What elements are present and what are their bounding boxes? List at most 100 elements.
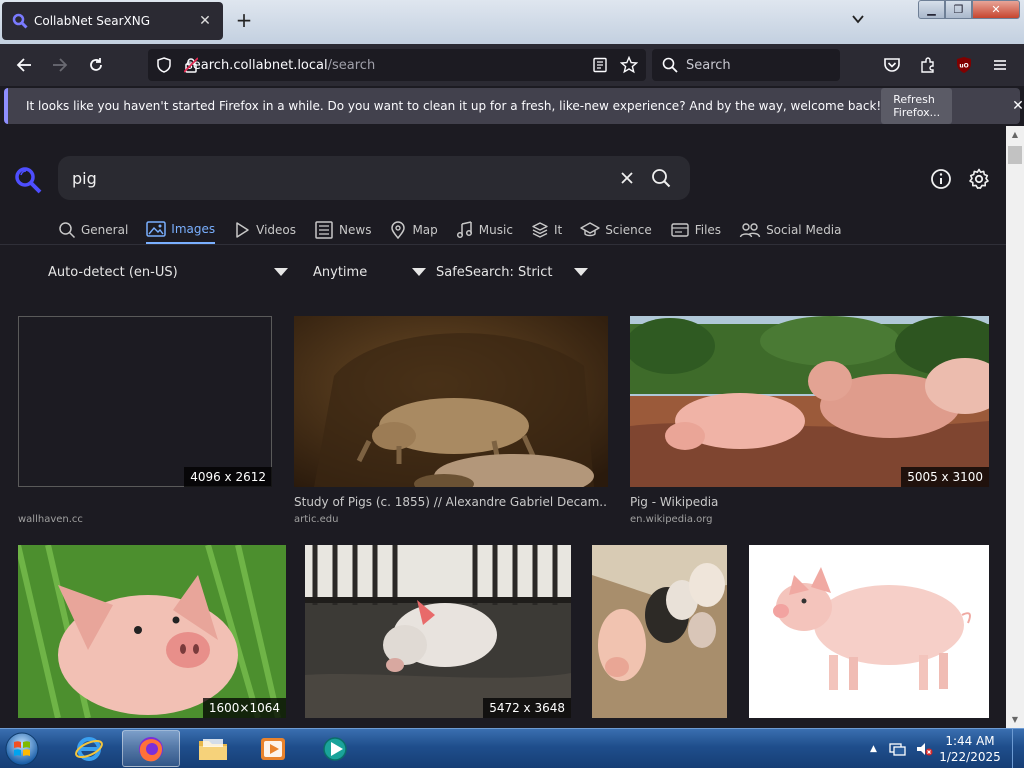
scroll-up-arrow-icon[interactable]: ▲ <box>1006 126 1024 143</box>
chevron-down-icon <box>274 268 288 276</box>
tab-it[interactable]: It <box>531 216 562 244</box>
tab-general[interactable]: General <box>58 216 128 244</box>
reload-button[interactable] <box>83 53 109 77</box>
extensions-button[interactable] <box>915 53 941 77</box>
image-result[interactable] <box>749 545 989 728</box>
result-source[interactable]: en.wikipedia.org <box>630 514 713 525</box>
reload-icon <box>90 58 102 71</box>
chevron-down-icon <box>574 268 588 276</box>
tab-science[interactable]: Science <box>580 216 652 244</box>
image-result[interactable]: 4096 x 2612 wallhaven.cc <box>18 316 272 526</box>
window-titlebar: CollabNet SearXNG ✕ + ▁ ❐ ✕ <box>0 0 1024 44</box>
scroll-down-arrow-icon[interactable]: ▼ <box>1006 711 1024 728</box>
result-title[interactable]: Study of Pigs (c. 1855) // Alexandre Gab… <box>294 495 608 509</box>
tab-news[interactable]: News <box>314 216 371 244</box>
network-icon[interactable] <box>889 741 907 757</box>
search-icon <box>662 57 678 73</box>
taskbar-firefox[interactable] <box>122 730 180 767</box>
time-range-select[interactable]: Anytime <box>313 262 426 282</box>
result-title[interactable]: Pig - Wikipedia <box>630 495 989 509</box>
image-result[interactable]: 5472 x 3648 <box>305 545 571 728</box>
ublock-origin-button[interactable]: uO <box>951 53 977 77</box>
refresh-firefox-button[interactable]: Refresh Firefox... <box>881 88 953 124</box>
tab-label: Social Media <box>766 223 842 237</box>
show-desktop-button[interactable] <box>1012 729 1024 768</box>
image-result[interactable]: Study of Pigs (c. 1855) // Alexandre Gab… <box>294 316 608 526</box>
volume-muted-icon[interactable] <box>915 741 933 757</box>
image-thumbnail[interactable] <box>294 316 608 487</box>
url-bar[interactable]: search.collabnet.local/search <box>148 49 646 81</box>
tab-social-media[interactable]: Social Media <box>739 216 842 244</box>
taskbar-internet-explorer[interactable] <box>60 730 118 767</box>
tab-images[interactable]: Images <box>146 216 216 244</box>
image-result[interactable]: 1600×1064 <box>18 545 286 728</box>
chevron-down-icon <box>412 268 426 276</box>
tab-label: General <box>81 223 129 237</box>
time-range-value: Anytime <box>313 264 368 280</box>
notification-close-icon[interactable]: ✕ <box>1012 98 1024 114</box>
tab-files[interactable]: Files <box>670 216 721 244</box>
submit-search-button[interactable] <box>646 163 676 193</box>
tab-close-icon[interactable]: ✕ <box>197 13 213 29</box>
pocket-icon <box>884 58 900 72</box>
forward-button[interactable] <box>47 53 73 77</box>
taskbar-media-player[interactable] <box>244 730 302 767</box>
image-thumbnail[interactable] <box>305 545 571 718</box>
piglet-in-grass-image <box>18 545 286 718</box>
searxng-logo-icon[interactable] <box>14 166 42 194</box>
bookmark-star-icon[interactable] <box>620 56 638 74</box>
tab-videos[interactable]: Videos <box>233 216 296 244</box>
notification-text: It looks like you haven't started Firefo… <box>26 99 882 113</box>
puzzle-icon <box>921 57 934 73</box>
close-window-button[interactable]: ✕ <box>972 0 1020 19</box>
svg-text:uO: uO <box>959 63 968 70</box>
insecure-lock-icon[interactable] <box>184 57 198 73</box>
tab-music[interactable]: Music <box>456 216 513 244</box>
taskbar-file-explorer[interactable] <box>184 730 242 767</box>
preferences-button[interactable] <box>966 166 992 192</box>
map-pin-icon <box>391 221 406 239</box>
browser-tab[interactable]: CollabNet SearXNG ✕ <box>2 2 223 40</box>
new-tab-button[interactable]: + <box>233 10 255 32</box>
image-thumbnail[interactable] <box>18 545 286 718</box>
pink-pig-white-background-image <box>749 545 989 718</box>
start-button[interactable] <box>4 731 44 767</box>
image-thumbnail[interactable] <box>18 316 272 487</box>
image-thumbnail[interactable] <box>592 545 727 718</box>
about-button[interactable] <box>928 166 954 192</box>
shield-icon[interactable] <box>156 57 172 73</box>
list-all-tabs-icon[interactable] <box>848 12 868 32</box>
result-source[interactable]: artic.edu <box>294 514 338 525</box>
page-scrollbar[interactable]: ▲ ▼ <box>1006 126 1024 728</box>
tab-map[interactable]: Map <box>389 216 438 244</box>
minimize-button[interactable]: ▁ <box>918 0 945 19</box>
taskbar-remote-app[interactable] <box>306 730 364 767</box>
show-hidden-icons-icon[interactable]: ▲ <box>870 744 877 754</box>
image-thumbnail[interactable] <box>630 316 989 487</box>
folder-icon <box>199 738 227 760</box>
image-result[interactable]: 5005 x 3100 Pig - Wikipedia en.wikipedia… <box>630 316 989 526</box>
result-source[interactable]: wallhaven.cc <box>18 514 83 525</box>
image-result[interactable] <box>592 545 727 728</box>
clear-search-button[interactable] <box>612 163 642 193</box>
image-thumbnail[interactable] <box>749 545 989 718</box>
search-input[interactable]: pig <box>72 169 608 188</box>
maximize-button[interactable]: ❐ <box>945 0 972 19</box>
play-icon <box>236 222 249 238</box>
back-button[interactable] <box>11 53 37 77</box>
layers-icon <box>532 222 548 238</box>
info-circle-icon <box>931 169 951 189</box>
gear-icon <box>969 168 989 189</box>
app-menu-button[interactable] <box>987 53 1013 77</box>
taskbar-clock[interactable]: 1:44 AM 1/22/2025 <box>935 733 1005 765</box>
scrollbar-thumb[interactable] <box>1008 146 1022 164</box>
safesearch-select[interactable]: SafeSearch: Strict <box>436 262 588 282</box>
search-icon <box>59 222 76 239</box>
language-select[interactable]: Auto-detect (en-US) <box>48 262 288 282</box>
window-controls: ▁ ❐ ✕ <box>918 0 1020 19</box>
browser-search-bar[interactable]: Search <box>652 49 840 81</box>
pocket-button[interactable] <box>879 53 905 77</box>
hamburger-menu-icon <box>994 60 1006 70</box>
pigs-in-mud-image <box>630 316 989 487</box>
reader-view-icon[interactable] <box>592 57 608 73</box>
